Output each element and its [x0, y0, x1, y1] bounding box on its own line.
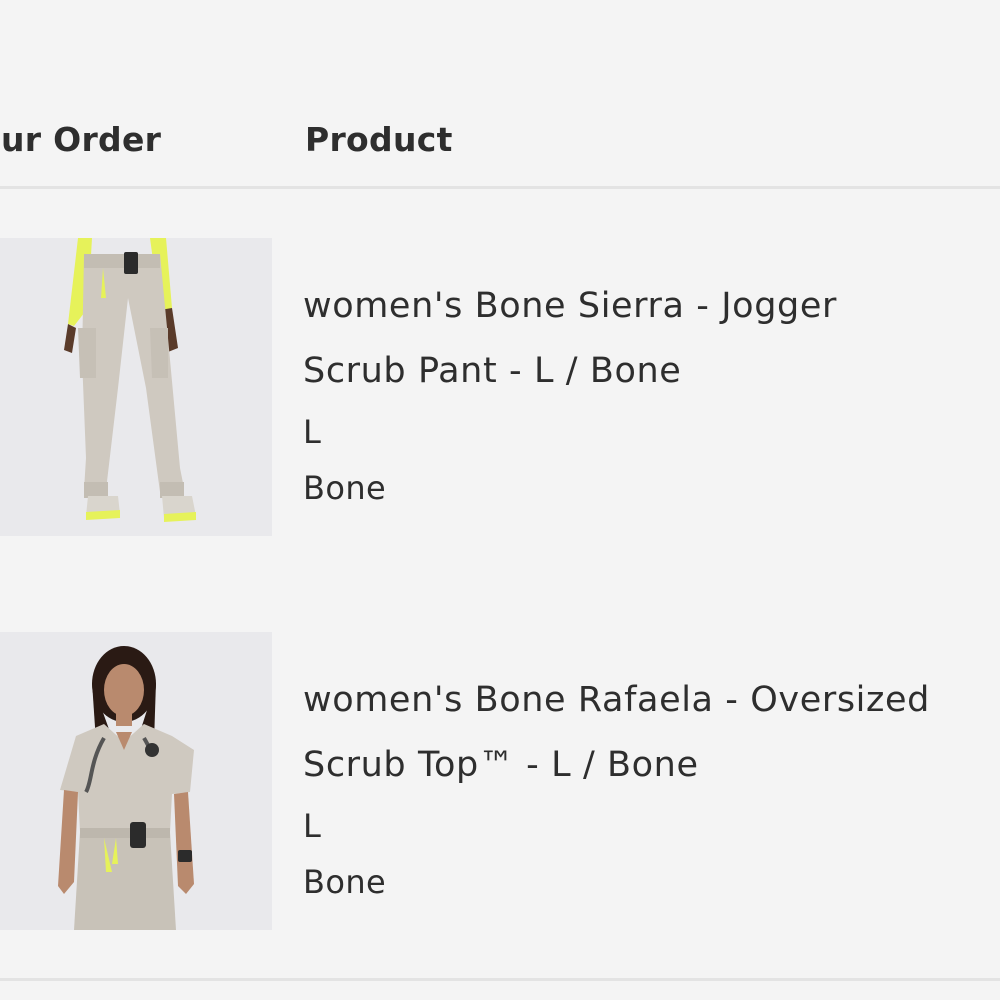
product-size: L [303, 413, 322, 451]
table-bottom-divider [0, 978, 1000, 981]
order-item: women's Bone Rafaela - Oversized Scrub T… [0, 632, 1000, 932]
product-details: women's Bone Sierra - Jogger Scrub Pant … [303, 274, 1000, 516]
product-color: Bone [303, 469, 387, 507]
product-title-line-1[interactable]: women's Bone Rafaela - Oversized [303, 668, 1000, 733]
product-title-line-1[interactable]: women's Bone Sierra - Jogger [303, 274, 1000, 339]
jogger-pant-illustration [0, 238, 272, 536]
scrub-top-illustration [0, 632, 272, 930]
your-order-column-header: our Order [0, 120, 162, 159]
order-item: women's Bone Sierra - Jogger Scrub Pant … [0, 238, 1000, 538]
product-title-line-2[interactable]: Scrub Top™ - L / Bone [303, 733, 1000, 798]
product-size: L [303, 807, 322, 845]
product-image-oversized-top[interactable] [0, 632, 272, 930]
header-divider [0, 186, 1000, 189]
product-color: Bone [303, 863, 387, 901]
product-column-header: Product [305, 120, 453, 159]
product-image-jogger-pant[interactable] [0, 238, 272, 536]
product-title-line-2[interactable]: Scrub Pant - L / Bone [303, 339, 1000, 404]
product-details: women's Bone Rafaela - Oversized Scrub T… [303, 668, 1000, 910]
order-table-header: our Order Product [0, 0, 1000, 189]
